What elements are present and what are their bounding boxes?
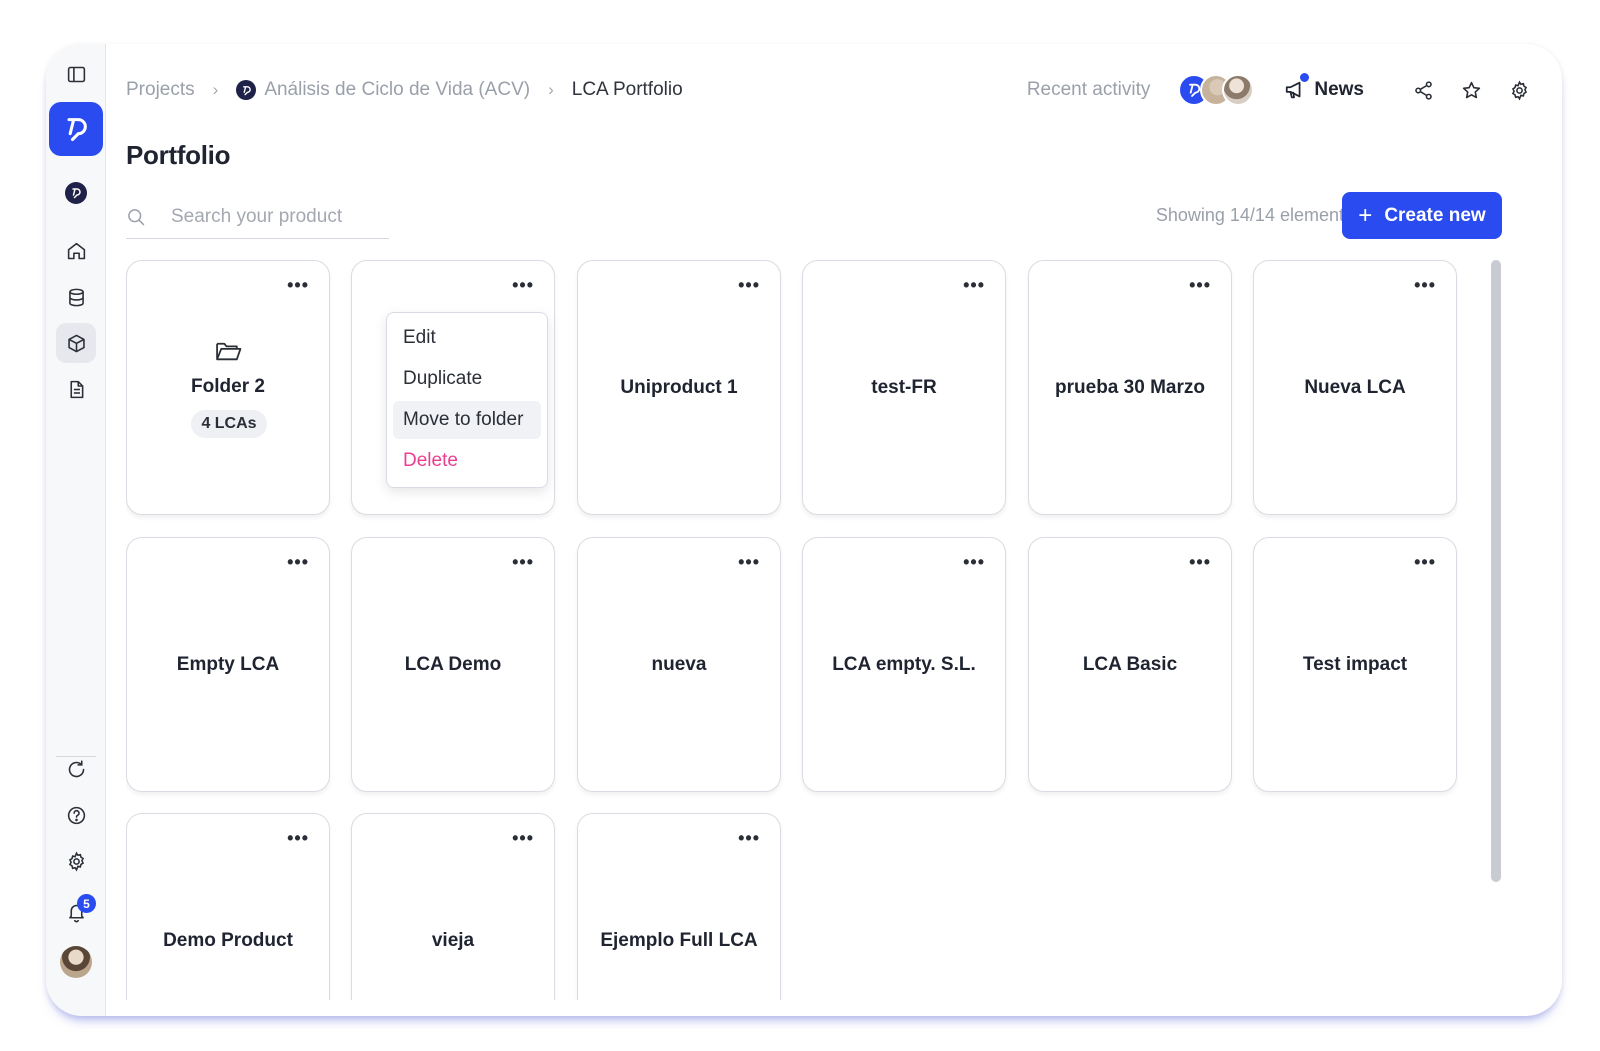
product-name: vieja bbox=[431, 930, 475, 951]
settings-icon[interactable] bbox=[56, 841, 96, 881]
news-indicator bbox=[1300, 73, 1310, 82]
product-card[interactable]: ••• LCA empty. S.L. bbox=[802, 537, 1006, 792]
create-new-button[interactable]: + Create new bbox=[1342, 192, 1502, 239]
menu-item-edit[interactable]: Edit bbox=[393, 319, 541, 357]
database-icon[interactable] bbox=[56, 277, 96, 317]
more-options-icon[interactable]: ••• bbox=[1189, 275, 1211, 296]
home-icon[interactable] bbox=[56, 231, 96, 271]
plus-icon: + bbox=[1358, 201, 1373, 229]
folder-icon bbox=[216, 342, 242, 361]
project-icon bbox=[236, 80, 257, 100]
more-options-icon[interactable]: ••• bbox=[512, 828, 534, 849]
product-card[interactable]: ••• Ejemplo Full LCA bbox=[577, 813, 781, 1000]
chevron-right-icon: › bbox=[212, 80, 219, 99]
more-options-icon[interactable]: ••• bbox=[287, 828, 309, 849]
topbar-actions: Recent activity News bbox=[1027, 72, 1532, 108]
product-name: LCA Basic bbox=[1082, 654, 1178, 675]
breadcrumb-current: LCA Portfolio bbox=[571, 79, 683, 100]
product-card[interactable]: ••• LCA Demo bbox=[351, 537, 555, 792]
create-new-label: Create new bbox=[1384, 204, 1486, 226]
more-options-icon[interactable]: ••• bbox=[738, 828, 760, 849]
topbar: Projects › Análisis de Ciclo de Vida (AC… bbox=[126, 72, 1532, 108]
notification-badge: 5 bbox=[77, 894, 96, 913]
product-name: Nueva LCA bbox=[1304, 377, 1406, 398]
notifications-button[interactable]: 5 bbox=[56, 892, 96, 932]
product-card[interactable]: ••• test-FR bbox=[802, 260, 1006, 515]
more-options-icon[interactable]: ••• bbox=[512, 552, 534, 573]
product-card[interactable]: ••• Uniproduct 1 bbox=[577, 260, 781, 515]
more-options-icon[interactable]: ••• bbox=[287, 552, 309, 573]
app-logo[interactable] bbox=[49, 102, 103, 156]
lca-count-badge: 4 LCAs bbox=[191, 410, 267, 438]
product-name: Demo Product bbox=[163, 930, 293, 951]
product-name: LCA empty. S.L. bbox=[832, 654, 976, 675]
star-icon[interactable] bbox=[1458, 77, 1484, 103]
folder-card[interactable]: ••• Folder 2 4 LCAs bbox=[126, 260, 330, 515]
product-card[interactable]: ••• Nueva LCA bbox=[1253, 260, 1457, 515]
breadcrumb-project-label: Análisis de Ciclo de Vida (ACV) bbox=[264, 79, 531, 100]
menu-item-move-to-folder[interactable]: Move to folder bbox=[393, 401, 541, 439]
search-icon bbox=[128, 209, 145, 226]
more-options-icon[interactable]: ••• bbox=[1414, 275, 1436, 296]
more-options-icon[interactable]: ••• bbox=[963, 275, 985, 296]
product-card[interactable]: ••• nueva bbox=[577, 537, 781, 792]
folder-name: Folder 2 bbox=[191, 376, 265, 397]
avatar bbox=[1222, 74, 1255, 106]
search-input[interactable] bbox=[171, 206, 371, 228]
more-options-icon[interactable]: ••• bbox=[963, 552, 985, 573]
product-name: Empty LCA bbox=[176, 654, 280, 675]
app-window: 5 Projects › Análisis de Ciclo de Vida (… bbox=[46, 44, 1562, 1016]
portfolio-grid: ••• Folder 2 4 LCAs ••• ••• Uniproduct 1… bbox=[126, 260, 1458, 1000]
more-options-icon[interactable]: ••• bbox=[1189, 552, 1211, 573]
product-card[interactable]: ••• Demo Product bbox=[126, 813, 330, 1000]
more-options-icon[interactable]: ••• bbox=[1414, 552, 1436, 573]
gear-icon[interactable] bbox=[1506, 77, 1532, 103]
share-icon[interactable] bbox=[1410, 77, 1436, 103]
product-name: Uniproduct 1 bbox=[620, 377, 738, 398]
context-menu: Edit Duplicate Move to folder Delete bbox=[386, 312, 548, 488]
more-options-icon[interactable]: ••• bbox=[738, 552, 760, 573]
news-label: News bbox=[1314, 79, 1364, 100]
product-name: Test impact bbox=[1302, 654, 1408, 675]
scrollbar[interactable] bbox=[1491, 260, 1501, 882]
sidebar: 5 bbox=[46, 44, 106, 1016]
breadcrumb-project[interactable]: Análisis de Ciclo de Vida (ACV) bbox=[236, 79, 530, 101]
collaborator-avatars[interactable] bbox=[1178, 74, 1255, 106]
refresh-icon[interactable] bbox=[56, 749, 96, 789]
document-icon[interactable] bbox=[56, 369, 96, 409]
news-button[interactable]: News bbox=[1284, 73, 1364, 101]
search-bar[interactable] bbox=[126, 196, 389, 239]
product-name: nueva bbox=[651, 654, 707, 675]
product-name: test-FR bbox=[871, 377, 937, 398]
more-options-icon[interactable]: ••• bbox=[287, 275, 309, 296]
product-name: Ejemplo Full LCA bbox=[600, 930, 758, 951]
product-card[interactable]: ••• vieja bbox=[351, 813, 555, 1000]
megaphone-icon bbox=[1286, 81, 1301, 99]
element-count: Showing 14/14 elements bbox=[1155, 205, 1353, 225]
page-title: Portfolio bbox=[126, 140, 231, 170]
breadcrumb-projects[interactable]: Projects bbox=[126, 79, 195, 101]
product-name: LCA Demo bbox=[404, 654, 502, 675]
product-card[interactable]: ••• Test impact bbox=[1253, 537, 1457, 792]
product-card[interactable]: ••• LCA Basic bbox=[1028, 537, 1232, 792]
cube-icon[interactable] bbox=[56, 323, 96, 363]
help-icon[interactable] bbox=[56, 795, 96, 835]
menu-item-duplicate[interactable]: Duplicate bbox=[393, 360, 541, 398]
project-icon[interactable] bbox=[65, 182, 87, 204]
product-name: prueba 30 Marzo bbox=[1055, 377, 1205, 398]
more-options-icon[interactable]: ••• bbox=[512, 275, 534, 296]
chevron-right-icon: › bbox=[548, 80, 554, 99]
product-card[interactable]: ••• Empty LCA bbox=[126, 537, 330, 792]
more-options-icon[interactable]: ••• bbox=[738, 275, 760, 296]
user-avatar[interactable] bbox=[60, 946, 92, 978]
panel-toggle-icon[interactable] bbox=[56, 54, 96, 94]
recent-activity-link[interactable]: Recent activity bbox=[1027, 79, 1151, 101]
product-card[interactable]: ••• prueba 30 Marzo bbox=[1028, 260, 1232, 515]
menu-item-delete[interactable]: Delete bbox=[393, 442, 541, 480]
